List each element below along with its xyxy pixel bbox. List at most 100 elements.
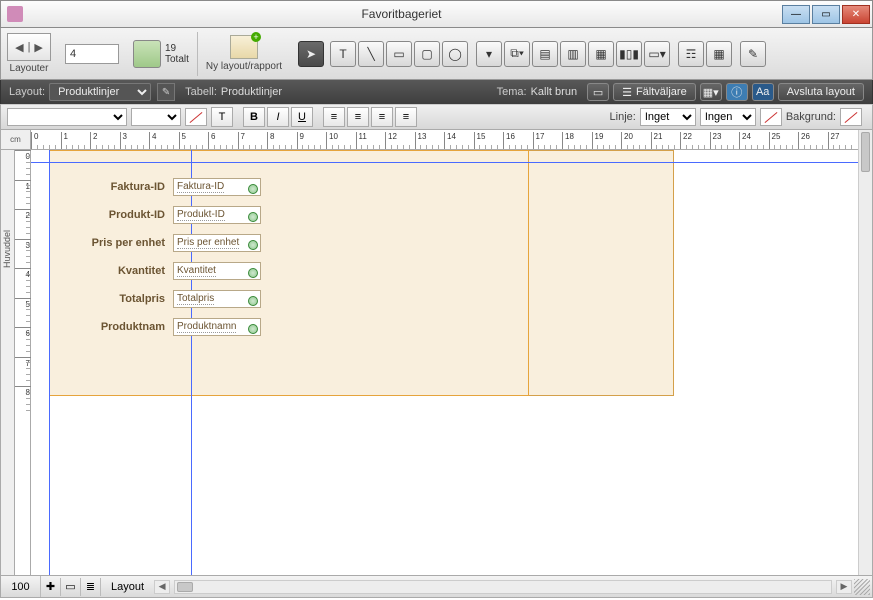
roundrect-tool[interactable]: ▢ <box>414 41 440 67</box>
status-btn1[interactable]: ✚ <box>41 578 61 596</box>
status-btn3[interactable]: ≣ <box>81 578 101 596</box>
field-box[interactable]: Pris per enhet <box>173 234 261 252</box>
total-label: Totalt <box>165 54 189 65</box>
layout-number-input[interactable] <box>65 44 119 64</box>
layout-canvas[interactable]: Faktura-IDFaktura-IDProdukt-IDProdukt-ID… <box>31 150 858 575</box>
main-toolbar: ◀|▶ Layouter 19 Totalt Ny layout/rapport… <box>0 28 873 80</box>
textcolor-swatch[interactable] <box>185 108 207 126</box>
line-tool[interactable]: ╲ <box>358 41 384 67</box>
text-tool[interactable]: T <box>330 41 356 67</box>
rect-tool[interactable]: ▭ <box>386 41 412 67</box>
align-right-button[interactable]: ≡ <box>371 107 393 127</box>
info-button[interactable]: ⓘ <box>726 83 748 101</box>
part-tool[interactable]: ☶ <box>678 41 704 67</box>
hscroll-right[interactable]: ▶ <box>836 580 852 594</box>
webviewer-tool[interactable]: ▦ <box>588 41 614 67</box>
field-row: Produkt-ID Produkt-ID <box>61 206 261 224</box>
bold-button[interactable]: B <box>243 107 265 127</box>
grid-button[interactable]: ▦▾ <box>700 83 722 101</box>
field-row: Produktnam Produktnamn <box>61 318 261 336</box>
window-title: Favoritbageriet <box>23 7 780 21</box>
button-tool[interactable]: ▭▾ <box>644 41 670 67</box>
vertical-scrollbar[interactable] <box>858 130 872 575</box>
hscroll-left[interactable]: ◀ <box>154 580 170 594</box>
format-tool[interactable]: ▦ <box>706 41 732 67</box>
size-select[interactable] <box>131 108 181 126</box>
pointer-tool[interactable]: ➤ <box>298 41 324 67</box>
field-label[interactable]: Produktnam <box>61 321 173 333</box>
align-justify-button[interactable]: ≡ <box>395 107 417 127</box>
lookup-icon[interactable] <box>248 296 258 306</box>
font-select[interactable] <box>7 108 127 126</box>
lookup-icon[interactable] <box>248 268 258 278</box>
layout-select[interactable]: Produktlinjer <box>49 83 151 101</box>
formatpainter-tool[interactable]: ✎ <box>740 41 766 67</box>
vscroll-thumb[interactable] <box>861 132 870 172</box>
field-box[interactable]: Produkt-ID <box>173 206 261 224</box>
field-box[interactable]: Faktura-ID <box>173 178 261 196</box>
mode-label[interactable]: Layout <box>101 581 154 593</box>
field-box[interactable]: Kvantitet <box>173 262 261 280</box>
layout-nav[interactable]: ◀|▶ <box>7 33 51 61</box>
lookup-icon[interactable] <box>248 184 258 194</box>
line-style-select[interactable]: Ingen <box>700 108 756 126</box>
format-bar: T B I U ≡ ≡ ≡ ≡ Linje: Inget Ingen Bakgr… <box>0 104 873 130</box>
new-layout-icon[interactable] <box>230 35 258 59</box>
bg-label: Bakgrund: <box>786 111 836 123</box>
align-left-button[interactable]: ≡ <box>323 107 345 127</box>
chart-tool[interactable]: ▮▯▮ <box>616 41 642 67</box>
lookup-icon[interactable] <box>248 240 258 250</box>
field-label[interactable]: Pris per enhet <box>61 237 173 249</box>
oval-tool[interactable]: ◯ <box>442 41 468 67</box>
horizontal-ruler[interactable]: 0123456789101112131415161718192021222324… <box>31 130 858 150</box>
field-placeholder: Totalpris <box>177 293 214 305</box>
field-label[interactable]: Totalpris <box>61 293 173 305</box>
field-label[interactable]: Faktura-ID <box>61 181 173 193</box>
layouter-label: Layouter <box>10 63 49 74</box>
field-box[interactable]: Totalpris <box>173 290 261 308</box>
bg-color-swatch[interactable] <box>840 108 862 126</box>
italic-button[interactable]: I <box>267 107 289 127</box>
edit-layout-button[interactable]: ✎ <box>157 83 175 101</box>
field-tool[interactable]: ▾ <box>476 41 502 67</box>
vertical-ruler[interactable]: 012345678 <box>15 150 31 575</box>
field-row: KvantitetKvantitet <box>61 262 261 280</box>
line-weight-select[interactable]: Inget <box>640 108 696 126</box>
status-btn2[interactable]: ▭ <box>61 578 81 596</box>
field-placeholder: Produkt-ID <box>177 209 225 221</box>
guide-left[interactable] <box>49 150 50 575</box>
maximize-button[interactable]: ▭ <box>812 5 840 24</box>
field-label[interactable]: Kvantitet <box>61 265 173 277</box>
minimize-button[interactable]: ― <box>782 5 810 24</box>
hscroll-thumb[interactable] <box>177 582 193 592</box>
field-picker-button[interactable]: ☰ Fältväljare <box>613 83 696 101</box>
portal-tool[interactable]: ▤ <box>532 41 558 67</box>
lookup-icon[interactable] <box>248 212 258 222</box>
horizontal-scrollbar[interactable] <box>174 580 832 594</box>
zoom-value[interactable]: 100 <box>1 576 41 597</box>
layout-bar: Layout: Produktlinjer ✎ Tabell: Produktl… <box>0 80 873 104</box>
guide-top[interactable] <box>31 162 858 163</box>
aa-button[interactable]: Aa <box>752 83 774 101</box>
part-label[interactable]: Huvuddel <box>2 230 12 268</box>
line-color-swatch[interactable] <box>760 108 782 126</box>
tabcontrol-tool[interactable]: ▥ <box>560 41 586 67</box>
theme-label: Tema: <box>497 86 527 98</box>
toolbar-divider <box>197 32 198 76</box>
theme-picker-button[interactable]: ▭ <box>587 83 609 101</box>
tab-tool[interactable]: ⧉▾ <box>504 41 530 67</box>
field-row: Totalpris Totalpris <box>61 290 261 308</box>
align-center-button[interactable]: ≡ <box>347 107 369 127</box>
field-label[interactable]: Produkt-ID <box>61 209 173 221</box>
field-placeholder: Produktnamn <box>177 321 236 333</box>
style-button[interactable]: T <box>211 107 233 127</box>
close-button[interactable]: ✕ <box>842 5 870 24</box>
underline-button[interactable]: U <box>291 107 313 127</box>
exit-layout-button[interactable]: Avsluta layout <box>778 83 864 101</box>
field-row: Pris per enhet Pris per enhet <box>61 234 261 252</box>
field-placeholder: Pris per enhet <box>177 237 239 249</box>
field-box[interactable]: Produktnamn <box>173 318 261 336</box>
book-icon[interactable] <box>133 40 161 68</box>
lookup-icon[interactable] <box>248 324 258 334</box>
resize-grip[interactable] <box>854 579 870 595</box>
